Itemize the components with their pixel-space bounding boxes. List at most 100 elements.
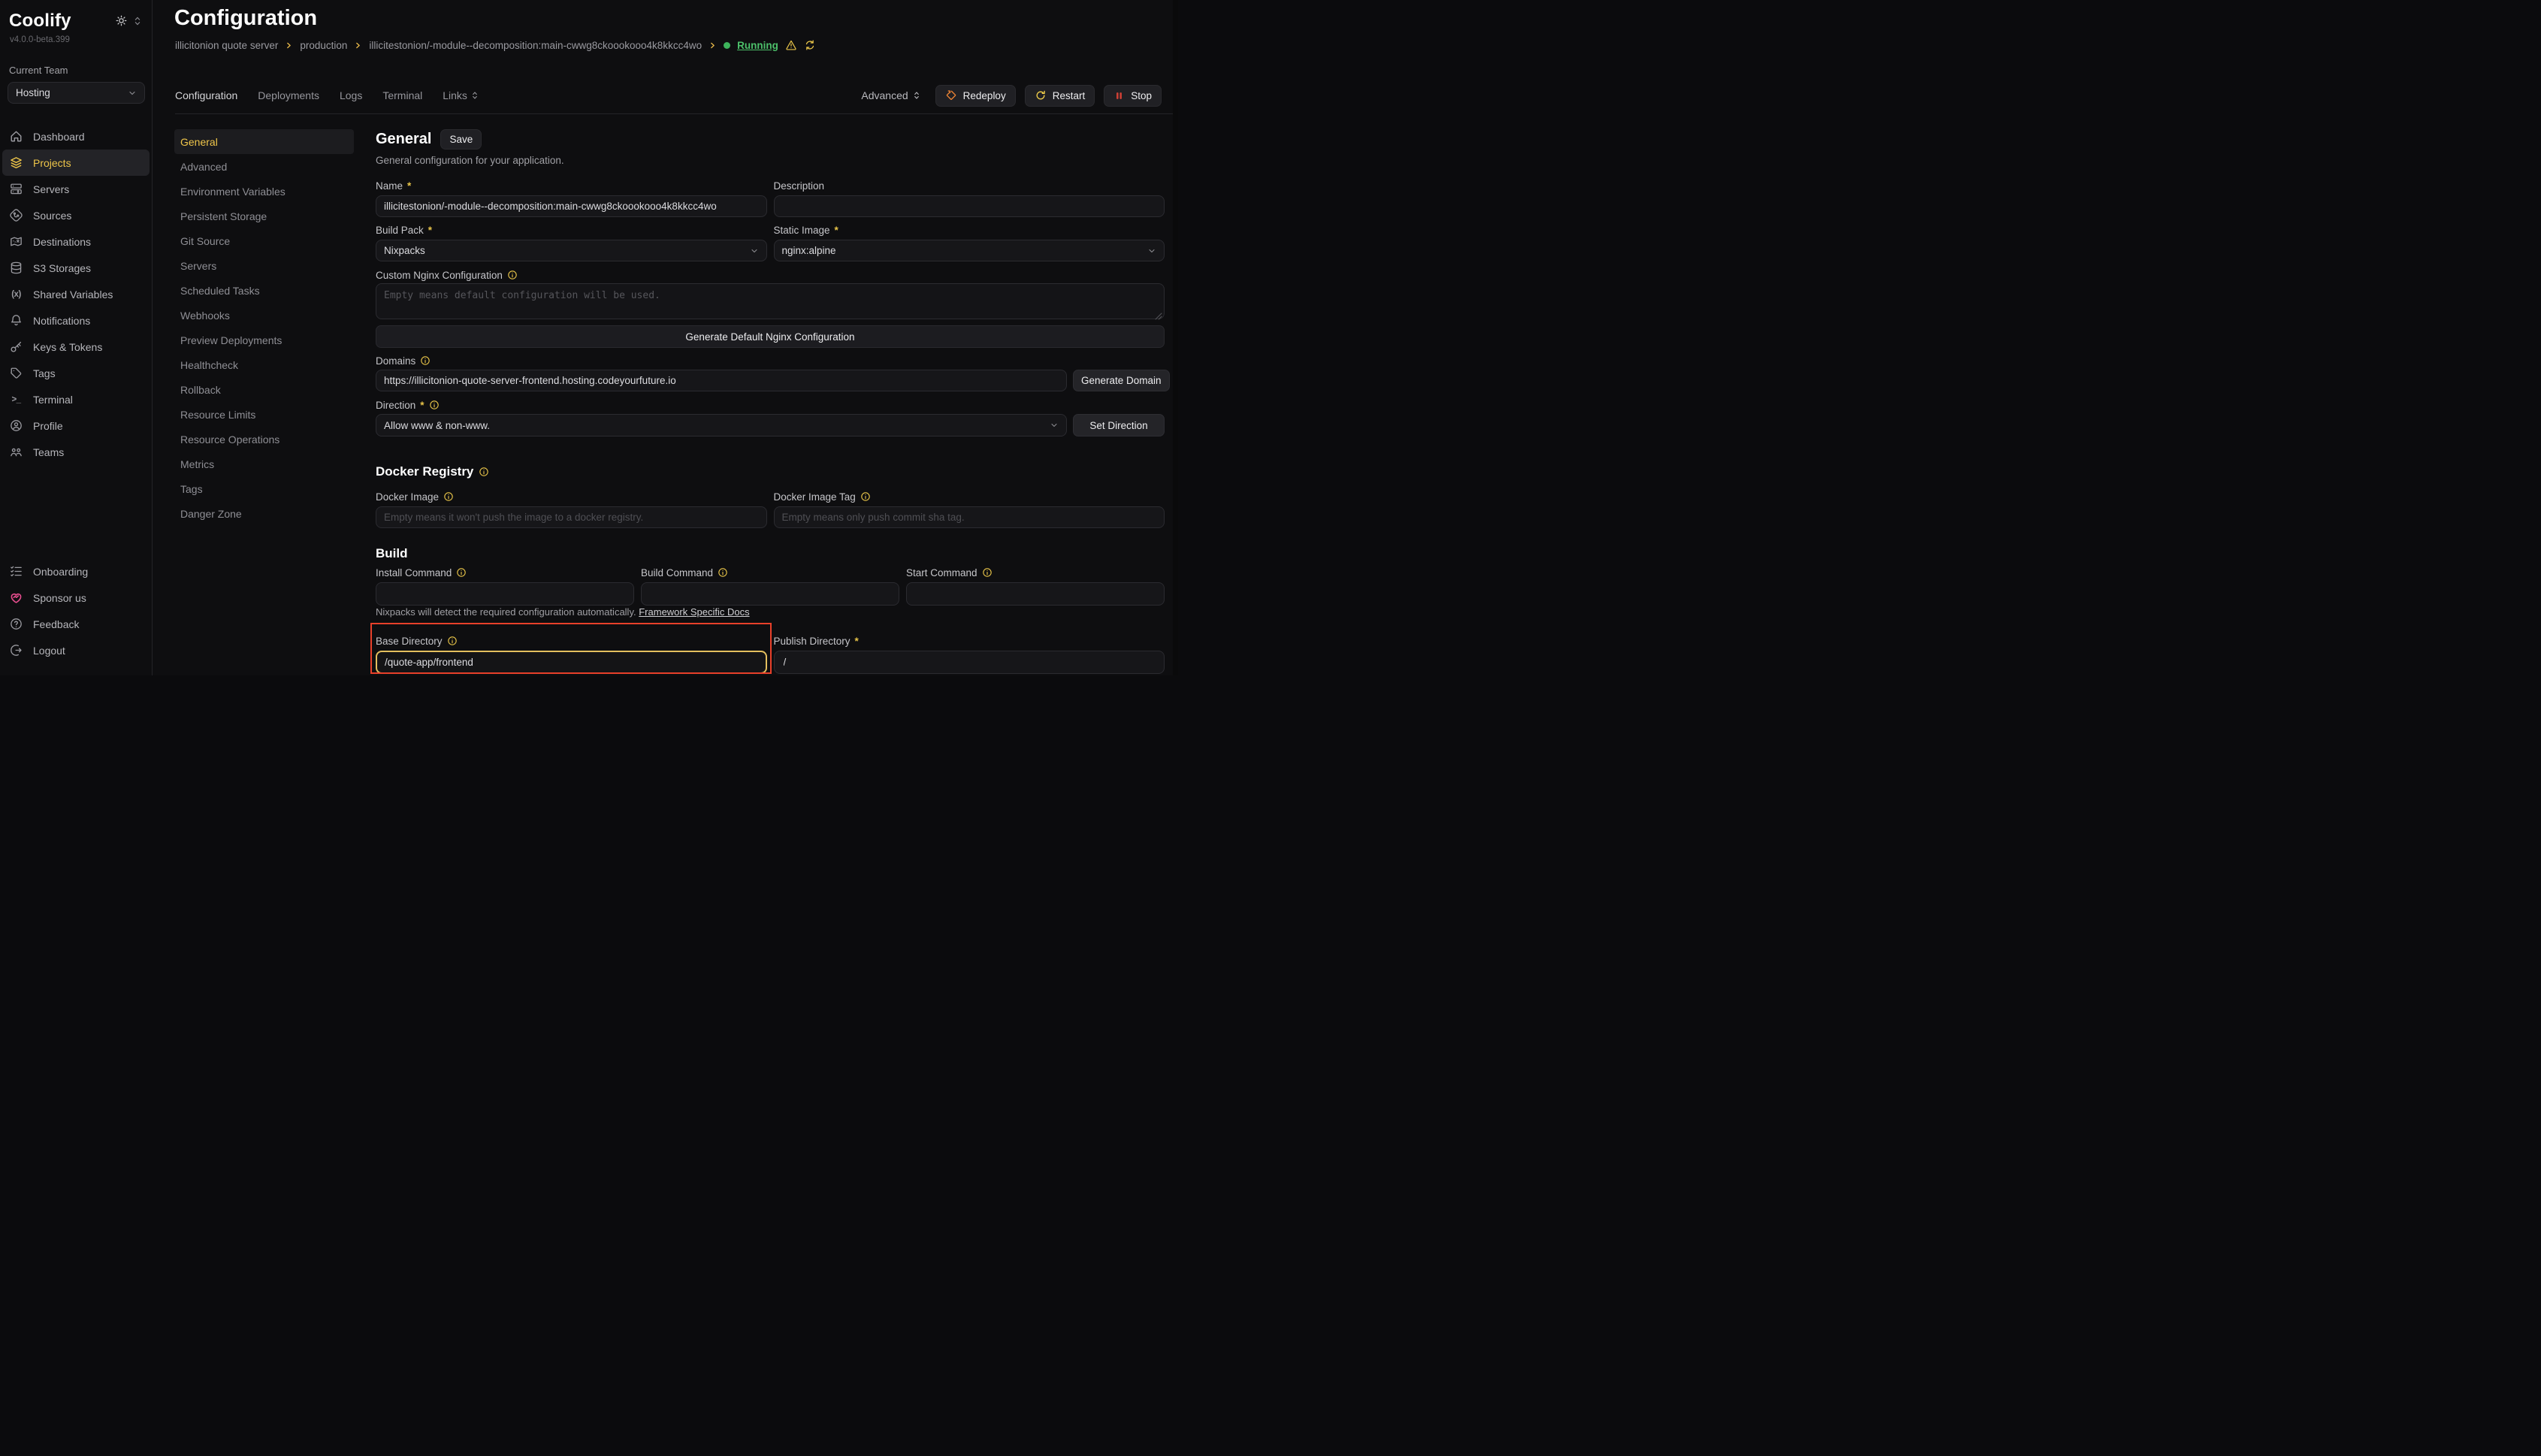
subnav-item-webhooks[interactable]: Webhooks [174,303,354,328]
subnav-item-advanced[interactable]: Advanced [174,154,354,179]
sidebar-item-label: Sources [33,210,71,222]
subnav-item-git-source[interactable]: Git Source [174,228,354,253]
scrollbar-track[interactable] [1173,0,1178,675]
variables-icon: (x) [9,287,23,301]
info-icon [456,567,467,578]
install-command-field[interactable] [376,582,634,606]
sidebar-item-onboarding[interactable]: Onboarding [2,558,150,585]
sidebar-item-keys-tokens[interactable]: Keys & Tokens [2,334,150,360]
sidebar-footer: Onboarding Sponsor us Feedback Logout [2,558,150,663]
tab-logs[interactable]: Logs [340,89,362,101]
publish-directory-field[interactable] [774,651,1165,674]
sun-icon[interactable] [115,14,128,27]
build-command-label: Build Command [641,565,899,580]
tab-configuration[interactable]: Configuration [175,89,237,101]
sidebar-item-dashboard[interactable]: Dashboard [2,123,150,150]
sidebar-item-s3-storages[interactable]: S3 Storages [2,255,150,281]
subnav-item-resource-operations[interactable]: Resource Operations [174,427,354,452]
team-select[interactable]: Hosting [8,82,145,104]
description-field[interactable] [774,195,1165,217]
subnav-item-danger-zone[interactable]: Danger Zone [174,501,354,526]
sidebar-item-label: Terminal [33,394,73,406]
build-pack-label: Build Pack* [376,222,767,237]
user-icon [9,418,23,433]
save-button[interactable]: Save [440,129,482,150]
chevron-down-icon [1147,246,1156,255]
subnav-item-preview-deployments[interactable]: Preview Deployments [174,328,354,352]
terminal-icon: >_ [9,392,23,406]
info-icon [420,355,431,366]
custom-nginx-textarea[interactable] [376,283,1165,319]
sidebar-item-teams[interactable]: Teams [2,439,150,465]
coolify-app: Coolify v4.0.0-beta.399 Current Team Hos… [0,0,1178,675]
info-icon [982,567,993,578]
chevron-down-icon [1050,421,1059,430]
sidebar-item-label: Tags [33,367,56,379]
sidebar-item-shared-variables[interactable]: (x) Shared Variables [2,281,150,307]
build-pack-select[interactable]: Nixpacks [376,240,767,261]
base-directory-field[interactable] [376,651,767,674]
sidebar-item-label: Keys & Tokens [33,341,102,353]
sidebar-item-notifications[interactable]: Notifications [2,307,150,334]
sidebar-item-sources[interactable]: Sources [2,202,150,228]
subnav-item-general[interactable]: General [174,129,354,154]
tag-icon [9,366,23,380]
base-directory-label: Base Directory [376,633,767,648]
tab-deployments[interactable]: Deployments [258,89,319,101]
sidebar: Coolify v4.0.0-beta.399 Current Team Hos… [0,0,153,675]
team-select-value: Hosting [16,87,50,98]
sidebar-item-profile[interactable]: Profile [2,412,150,439]
set-direction-button[interactable]: Set Direction [1073,414,1165,436]
sidebar-item-label: Feedback [33,618,79,630]
sidebar-item-sponsor-us[interactable]: Sponsor us [2,585,150,611]
sidebar-item-label: Onboarding [33,566,88,578]
start-command-field[interactable] [906,582,1165,606]
direction-value: Allow www & non-www. [384,420,490,431]
direction-select[interactable]: Allow www & non-www. [376,414,1067,436]
subnav-item-healthcheck[interactable]: Healthcheck [174,352,354,377]
docker-image-tag-label: Docker Image Tag [774,489,1165,504]
current-team-label: Current Team [2,44,150,76]
chevron-right-icon [285,41,293,50]
info-icon [860,491,871,502]
theme-selector-icon[interactable] [133,16,142,26]
question-icon [9,617,23,631]
domains-field[interactable] [376,370,1067,391]
logout-icon [9,643,23,657]
sidebar-item-logout[interactable]: Logout [2,637,150,663]
subnav-item-resource-limits[interactable]: Resource Limits [174,402,354,427]
subnav-item-scheduled-tasks[interactable]: Scheduled Tasks [174,278,354,303]
sidebar-item-label: Servers [33,183,69,195]
resize-handle-icon[interactable] [1155,313,1162,320]
static-image-value: nginx:alpine [782,245,836,256]
sidebar-item-feedback[interactable]: Feedback [2,611,150,637]
sidebar-item-destinations[interactable]: Destinations [2,228,150,255]
sidebar-item-servers[interactable]: Servers [2,176,150,202]
build-command-field[interactable] [641,582,899,606]
name-field[interactable] [376,195,767,217]
subnav-item-persistent-storage[interactable]: Persistent Storage [174,204,354,228]
framework-docs-link[interactable]: Framework Specific Docs [639,606,749,618]
subnav-item-rollback[interactable]: Rollback [174,377,354,402]
breadcrumb-environment[interactable]: production [300,40,347,51]
breadcrumb-project[interactable]: illicitonion quote server [175,40,278,51]
static-image-select[interactable]: nginx:alpine [774,240,1165,261]
app-version: v4.0.0-beta.399 [2,32,150,44]
generate-nginx-button[interactable]: Generate Default Nginx Configuration [376,325,1165,348]
section-title-general: General [376,131,431,148]
generate-domain-button[interactable]: Generate Domain [1073,370,1170,391]
docker-image-field[interactable] [376,506,767,528]
subnav-item-metrics[interactable]: Metrics [174,452,354,476]
checklist-icon [9,564,23,578]
sidebar-item-terminal[interactable]: >_ Terminal [2,386,150,412]
info-icon [447,636,458,646]
sidebar-item-label: Profile [33,420,63,432]
docker-registry-title: Docker Registry [376,464,1165,479]
subnav-item-servers[interactable]: Servers [174,253,354,278]
subnav-item-environment-variables[interactable]: Environment Variables [174,179,354,204]
custom-nginx-label: Custom Nginx Configuration [376,267,1165,282]
sidebar-item-projects[interactable]: Projects [2,150,150,176]
docker-image-tag-field[interactable] [774,506,1165,528]
subnav-item-tags[interactable]: Tags [174,476,354,501]
sidebar-item-tags[interactable]: Tags [2,360,150,386]
